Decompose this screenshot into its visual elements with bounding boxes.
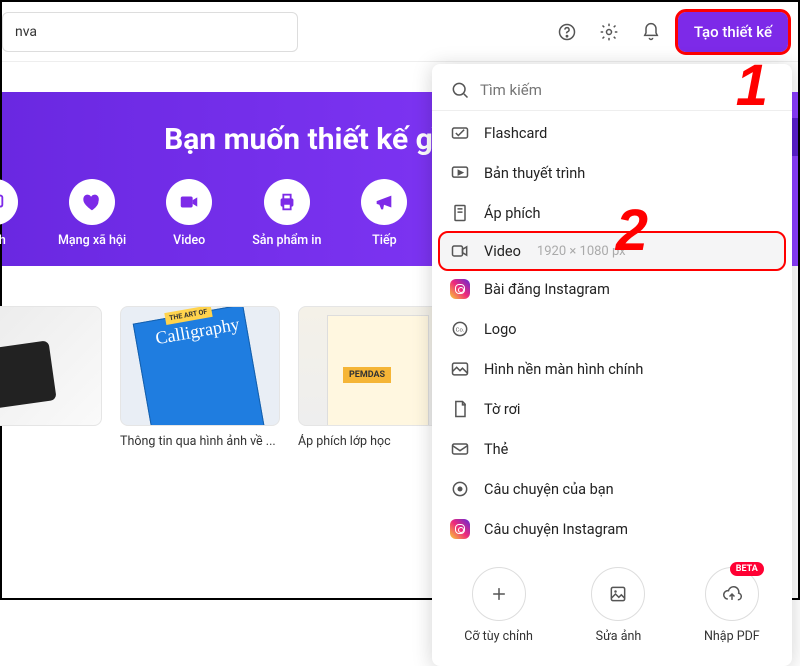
upload-cloud-icon [722, 584, 742, 604]
annotation-1: 1 [736, 52, 768, 119]
dd-item-label: Hình nền màn hình chính [484, 361, 643, 378]
search-wrap [2, 12, 540, 52]
dropdown-search-input[interactable] [480, 81, 774, 99]
story-icon [450, 479, 470, 499]
dd-item-presentation[interactable]: Bản thuyết trình [432, 153, 792, 193]
dd-item-label: Bài đăng Instagram [484, 281, 610, 298]
poster-icon [450, 203, 470, 223]
envelope-icon [450, 439, 470, 459]
category-video[interactable]: Video [166, 179, 212, 248]
create-design-dropdown: Flashcard Bản thuyết trình Áp phích Vide… [432, 64, 792, 666]
dd-item-label: Flashcard [484, 125, 547, 142]
category-label: rình [0, 233, 6, 248]
beta-badge: BETA [730, 562, 764, 576]
dd-item-label: Câu chuyện của bạn [484, 481, 614, 498]
gear-icon[interactable] [594, 17, 624, 47]
card-thumbnail: THE ART OF Calligraphy [120, 306, 280, 426]
create-design-button[interactable]: Tạo thiết kế [678, 12, 788, 52]
bottom-label: Nhập PDF [704, 629, 760, 644]
custom-size-button[interactable]: Cỡ tùy chỉnh [464, 567, 533, 644]
import-pdf-button[interactable]: BETA Nhập PDF [704, 567, 760, 644]
dd-item-wallpaper[interactable]: Hình nền màn hình chính [432, 349, 792, 389]
image-icon [608, 584, 628, 604]
card-thumbnail [0, 306, 102, 426]
dd-item-label: Bản thuyết trình [484, 165, 585, 182]
template-card[interactable] [0, 306, 102, 449]
search-icon [450, 80, 470, 100]
bell-icon[interactable] [636, 17, 666, 47]
instagram-icon [450, 519, 470, 539]
card-title: Thông tin qua hình ảnh về ... [120, 434, 280, 449]
template-card[interactable]: THE ART OF Calligraphy Thông tin qua hìn… [120, 306, 280, 449]
svg-text:Co.: Co. [456, 328, 465, 334]
dd-item-label: Video [484, 243, 521, 260]
dd-item-video[interactable]: Video 1920 × 1080 px [440, 233, 784, 269]
dd-item-dimensions: 1920 × 1080 px [537, 244, 626, 259]
global-search-input[interactable] [2, 12, 298, 52]
edit-photo-button[interactable]: Sửa ảnh [591, 567, 645, 644]
bottom-label: Sửa ảnh [596, 629, 642, 644]
dd-item-flyer[interactable]: Tờ rơi [432, 389, 792, 429]
category-print[interactable]: Sản phẩm in [252, 179, 321, 248]
video-icon [450, 241, 470, 261]
category-marketing[interactable]: Tiếp [361, 179, 407, 248]
bottom-label: Cỡ tùy chỉnh [464, 629, 533, 644]
instagram-icon [450, 279, 470, 299]
dd-item-label: Thẻ [484, 441, 508, 458]
dd-item-flashcard[interactable]: Flashcard [432, 113, 792, 153]
dd-item-card[interactable]: Thẻ [432, 429, 792, 469]
dd-item-poster[interactable]: Áp phích [432, 193, 792, 233]
category-presentation[interactable]: rình [0, 179, 18, 248]
category-label: Sản phẩm in [252, 233, 321, 248]
category-label: Tiếp [372, 233, 397, 248]
dd-item-label: Áp phích [484, 205, 541, 222]
dd-item-label: Câu chuyện Instagram [484, 521, 628, 538]
category-social[interactable]: Mạng xã hội [58, 179, 126, 248]
dd-item-instagram-story[interactable]: Câu chuyện Instagram [432, 509, 792, 549]
logo-icon: Co. [450, 319, 470, 339]
plus-icon [489, 584, 509, 604]
wallpaper-icon [450, 359, 470, 379]
dropdown-bottom-actions: Cỡ tùy chỉnh Sửa ảnh BETA Nhập PDF [432, 549, 792, 648]
flashcard-icon [450, 123, 470, 143]
presentation-icon [450, 163, 470, 183]
category-label: Video [173, 233, 205, 248]
dd-item-label: Logo [484, 321, 517, 338]
dd-item-label: Tờ rơi [484, 401, 520, 418]
dd-item-instagram-post[interactable]: Bài đăng Instagram [432, 269, 792, 309]
annotation-2: 2 [616, 197, 648, 264]
dd-item-logo[interactable]: Co. Logo [432, 309, 792, 349]
flyer-icon [450, 399, 470, 419]
topbar: Tạo thiết kế [2, 2, 798, 62]
dd-item-story[interactable]: Câu chuyện của bạn [432, 469, 792, 509]
help-icon[interactable] [552, 17, 582, 47]
category-label: Mạng xã hội [58, 233, 126, 248]
